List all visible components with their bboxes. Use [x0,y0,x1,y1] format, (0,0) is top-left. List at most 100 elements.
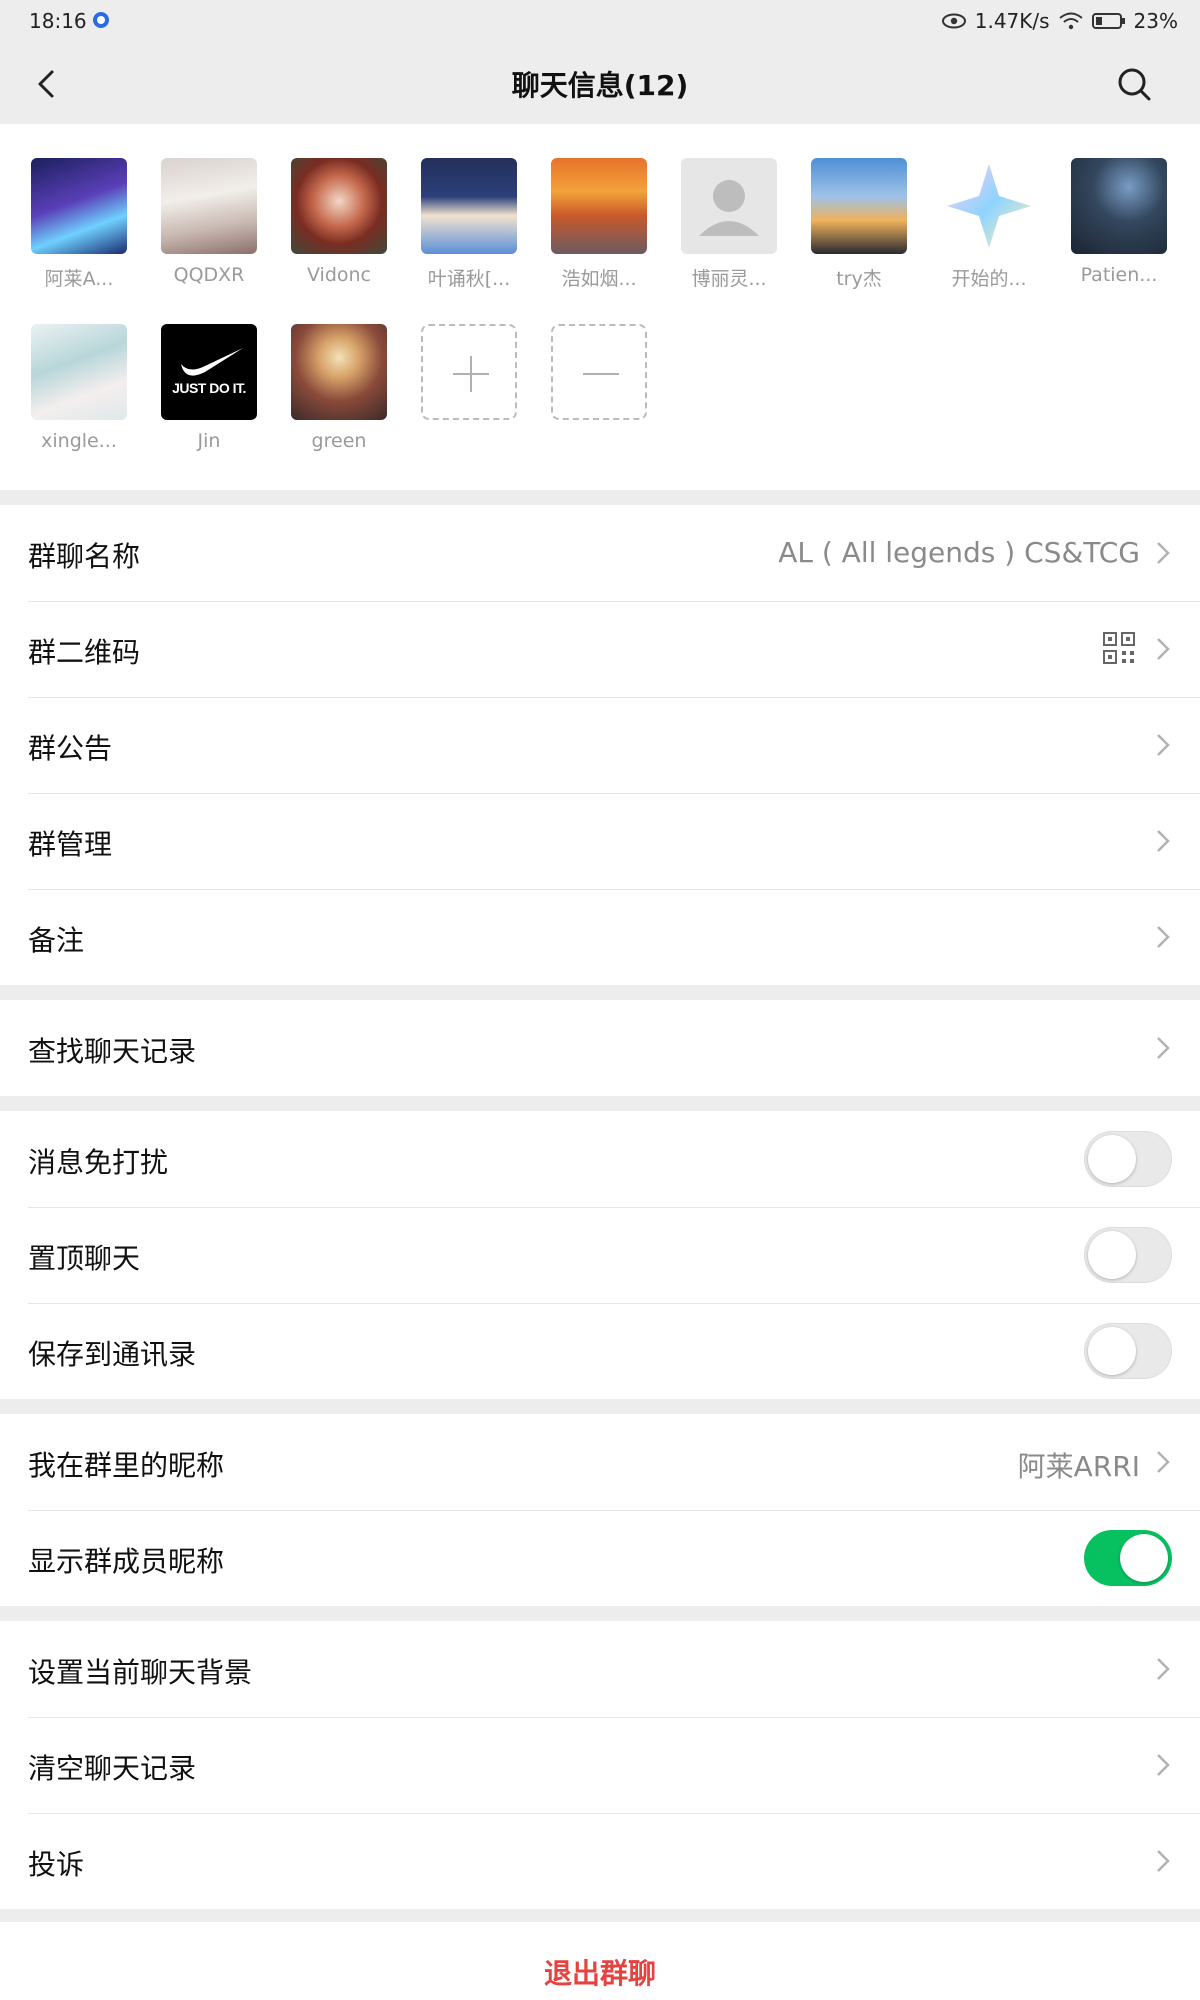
member-item[interactable]: Vidonc [284,158,394,286]
status-time: 18:16 [29,9,87,33]
plus-icon [453,356,489,392]
search-history-label: 查找聊天记录 [28,1035,197,1068]
avatar [421,158,517,254]
qr-code-icon [1103,632,1135,664]
report-label: 投诉 [28,1848,85,1881]
search-icon[interactable] [1112,62,1156,106]
network-speed: 1.47K/s [974,9,1050,33]
member-item[interactable]: 叶诵秋[... [414,158,524,291]
avatar [161,158,257,254]
avatar: JUST DO IT. [161,324,257,420]
toggle-knob [1088,1327,1136,1375]
group-settings-section: 群聊名称 AL ( All legends ) CS&TCG 群二维码 群公告 … [0,505,1200,985]
save-contacts-label: 保存到通讯录 [28,1338,197,1371]
member-item[interactable]: JUST DO IT. Jin [154,324,264,452]
avatar [1071,158,1167,254]
group-name-value: AL ( All legends ) CS&TCG [778,536,1140,569]
member-name: xingle... [41,430,117,452]
remove-member-button[interactable] [544,324,654,420]
avatar [551,158,647,254]
member-name: green [311,430,367,452]
avatar [291,324,387,420]
chevron-right-icon [1157,734,1170,756]
member-name: QQDXR [173,264,245,286]
chevron-right-icon [1157,830,1170,852]
save-contacts-toggle[interactable] [1084,1323,1172,1379]
avatar [941,158,1037,254]
member-name: 阿莱A... [44,268,114,290]
eye-icon [941,13,966,29]
chat-background-label: 设置当前聊天背景 [28,1656,253,1689]
chevron-right-icon [1157,1658,1170,1680]
member-item[interactable]: xingle... [24,324,134,452]
pin-chat-row: 置顶聊天 [0,1207,1200,1303]
member-item[interactable]: try杰 [804,158,914,291]
chevron-right-icon [1157,542,1170,564]
wifi-icon [1058,12,1083,30]
exit-group-button[interactable]: 退出群聊 [0,1922,1200,2000]
member-item[interactable]: 浩如烟... [544,158,654,291]
my-nickname-label: 我在群里的昵称 [28,1449,225,1482]
my-nickname-row[interactable]: 我在群里的昵称 阿莱ARRI [0,1414,1200,1510]
avatar [681,158,777,254]
member-item[interactable]: 博丽灵... [674,158,784,291]
member-item[interactable]: 阿莱A... [24,158,134,291]
member-name: 浩如烟... [561,268,637,290]
avatar [291,158,387,254]
member-name: Jin [197,430,221,452]
remark-row[interactable]: 备注 [0,889,1200,985]
chevron-right-icon [1157,1037,1170,1059]
report-row[interactable]: 投诉 [0,1813,1200,1909]
remark-label: 备注 [28,924,85,957]
group-manage-row[interactable]: 群管理 [0,793,1200,889]
chevron-right-icon [1157,1754,1170,1776]
nav-bar: 聊天信息(12) [0,44,1200,124]
my-nickname-value: 阿莱ARRI [1017,1450,1140,1483]
toggle-knob [1120,1534,1168,1582]
battery-level: 23% [1133,9,1178,33]
group-name-label: 群聊名称 [28,540,141,573]
avatar [811,158,907,254]
add-member-button[interactable] [414,324,524,420]
announcement-label: 群公告 [28,732,113,765]
chevron-right-icon [1157,926,1170,948]
member-name: 博丽灵... [691,268,767,290]
battery-icon [1091,13,1125,29]
exit-group-label: 退出群聊 [543,1957,656,1990]
chat-actions-section: 设置当前聊天背景 清空聊天记录 投诉 [0,1621,1200,1909]
announcement-row[interactable]: 群公告 [0,697,1200,793]
member-name: 叶诵秋[... [427,268,511,290]
qr-code-label: 群二维码 [28,636,141,669]
group-name-row[interactable]: 群聊名称 AL ( All legends ) CS&TCG [0,505,1200,601]
mute-row: 消息免打扰 [0,1111,1200,1207]
avatar-logo-text: JUST DO IT. [172,380,246,396]
clear-history-row[interactable]: 清空聊天记录 [0,1717,1200,1813]
chat-background-row[interactable]: 设置当前聊天背景 [0,1621,1200,1717]
remove-member-box[interactable] [551,324,647,420]
pin-chat-label: 置顶聊天 [28,1242,141,1275]
mute-label: 消息免打扰 [28,1146,169,1179]
add-member-box[interactable] [421,324,517,420]
save-contacts-row: 保存到通讯录 [0,1303,1200,1399]
notification-icon [93,12,109,28]
member-name: try杰 [836,268,882,290]
member-item[interactable]: 开始的... [934,158,1044,291]
page-title: 聊天信息(12) [511,69,689,102]
search-history-row[interactable]: 查找聊天记录 [0,1000,1200,1096]
member-item[interactable]: green [284,324,394,452]
show-nicknames-toggle[interactable] [1084,1530,1172,1586]
qr-code-row[interactable]: 群二维码 [0,601,1200,697]
swoosh-icon [181,348,243,376]
member-name: Patien... [1080,264,1158,286]
show-nicknames-label: 显示群成员昵称 [28,1545,225,1578]
member-grid: 阿莱A... QQDXR Vidonc 叶诵秋[... 浩如烟... 博丽灵..… [0,124,1200,490]
pin-chat-toggle[interactable] [1084,1227,1172,1283]
toggle-knob [1088,1135,1136,1183]
member-item[interactable]: Patien... [1064,158,1174,286]
avatar [31,158,127,254]
mute-toggle[interactable] [1084,1131,1172,1187]
member-item[interactable]: QQDXR [154,158,264,286]
avatar [31,324,127,420]
chevron-right-icon [1157,1451,1170,1473]
toggle-section: 消息免打扰 置顶聊天 保存到通讯录 [0,1111,1200,1399]
